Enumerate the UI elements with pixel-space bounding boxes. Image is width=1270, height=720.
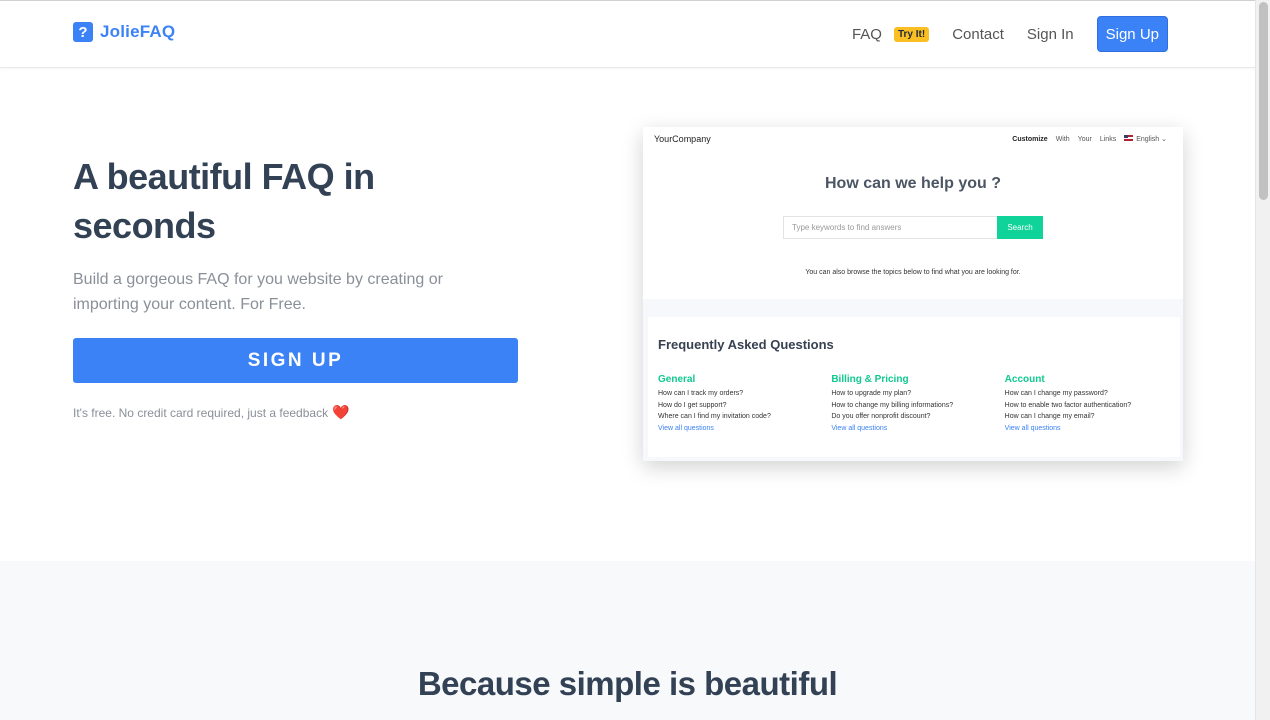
preview-browse-text: You can also browse the topics below to … [805, 269, 1021, 276]
preview-nav-link: Links [1099, 135, 1117, 143]
preview-question: How can I track my orders? [658, 390, 744, 397]
preview-navbar: YourCompany Customize With Your Links En… [643, 127, 1183, 151]
nav-faq-label: FAQ [851, 25, 882, 43]
preview-column-title: General [658, 374, 696, 385]
navbar: ? JolieFAQ FAQ Try It! Contact Sign In S… [0, 0, 1255, 68]
preview-language: English ⌄ [1124, 135, 1167, 143]
try-it-badge: Try It! [893, 26, 930, 42]
preview-faq-columns: General How can I track my orders? How d… [658, 374, 1178, 434]
nav-faq-link[interactable]: FAQ Try It! [851, 16, 930, 52]
preview-view-all: View all questions [1004, 424, 1061, 432]
chevron-down-icon: ⌄ [1161, 136, 1167, 143]
preview-hero: How can we help you ? Type keywords to f… [643, 151, 1183, 299]
hero-title: A beautiful FAQ in seconds [73, 156, 375, 246]
preview-question: How to enable two factor authentication? [1004, 401, 1132, 409]
preview-language-label: English [1136, 136, 1160, 143]
heart-icon: ❤️ [332, 404, 350, 420]
preview-title: How can we help you ? [824, 175, 1002, 192]
preview-nav-link: With [1055, 135, 1070, 143]
preview-nav-link: Customize [1012, 135, 1048, 143]
preview-search: Type keywords to find answers Search [783, 216, 1043, 239]
page: ? JolieFAQ FAQ Try It! Contact Sign In S… [0, 0, 1255, 720]
preview-question: Do you offer nonprofit discount? [831, 413, 931, 420]
preview-faq-title: Frequently Asked Questions [658, 337, 834, 352]
nav-links: FAQ Try It! Contact Sign In Sign Up [852, 16, 1168, 52]
preview-column-title: Billing & Pricing [831, 374, 909, 385]
preview-faq-column: Account How can I change my password? Ho… [1005, 374, 1178, 434]
preview-question: Where can I find my invitation code? [658, 413, 771, 420]
preview-column-title: Account [1004, 374, 1045, 385]
preview-view-all: View all questions [831, 424, 888, 432]
preview-nav-links: Customize With Your Links English ⌄ [1004, 135, 1167, 143]
hero-subtitle: Build a gorgeous FAQ for you website by … [73, 271, 443, 313]
question-mark-icon: ? [73, 22, 93, 42]
preview-question: How can I change my password? [1004, 390, 1108, 397]
preview-question: How to upgrade my plan? [831, 390, 912, 397]
hero-note: It's free. No credit card required, just… [73, 404, 350, 421]
preview-question: How do I get support? [658, 401, 727, 409]
hero-note-text: It's free. No credit card required, just… [73, 405, 329, 420]
scrollbar-thumb[interactable] [1259, 2, 1268, 200]
brand-name: JolieFAQ [100, 22, 176, 41]
us-flag-icon [1124, 135, 1134, 141]
nav-contact-link[interactable]: Contact [952, 16, 1004, 52]
preview-faq-column: General How can I track my orders? How d… [658, 374, 831, 434]
preview-faq-card: Frequently Asked Questions General How c… [648, 317, 1180, 457]
nav-signin-link[interactable]: Sign In [1027, 16, 1074, 52]
preview-search-input: Type keywords to find answers [783, 216, 997, 239]
preview-view-all: View all questions [658, 424, 714, 432]
preview-search-button: Search [997, 216, 1043, 239]
nav-signup-button[interactable]: Sign Up [1096, 16, 1168, 52]
hero-signup-button[interactable]: SIGN UP [73, 338, 518, 383]
features-section: Because simple is beautiful [0, 561, 1255, 720]
preview-faq-column: Billing & Pricing How to upgrade my plan… [831, 374, 1004, 434]
preview-question: How can I change my email? [1004, 413, 1095, 420]
preview-nav-link: Your [1077, 135, 1092, 143]
brand-logo-link[interactable]: ? JolieFAQ [73, 22, 175, 42]
features-title: Because simple is beautiful [417, 665, 838, 702]
preview-brand: YourCompany [654, 134, 711, 144]
preview-question: How to change my billing informations? [831, 401, 954, 409]
page-scrollbar[interactable] [1255, 0, 1270, 720]
faq-preview-image: YourCompany Customize With Your Links En… [643, 127, 1183, 461]
